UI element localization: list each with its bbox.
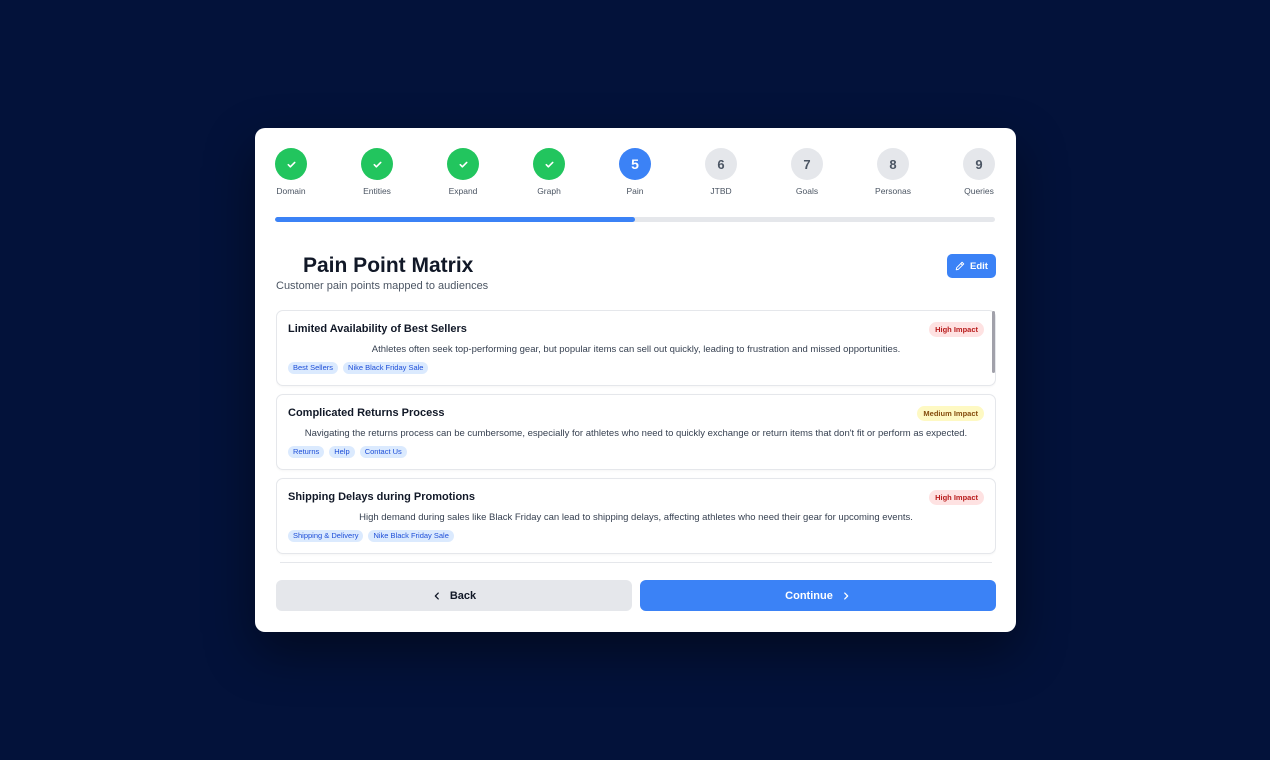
step-indicator (361, 148, 393, 180)
back-button[interactable]: Back (276, 580, 632, 611)
step-indicator: 9 (963, 148, 995, 180)
audience-tag: Returns (288, 446, 325, 458)
progress-bar-fill (275, 217, 635, 222)
continue-button[interactable]: Continue (640, 580, 996, 611)
pain-point-title: Limited Availability of Best Sellers (288, 323, 467, 335)
step-domain: Domain (259, 148, 323, 196)
audience-tag: Nike Black Friday Sale (368, 530, 454, 542)
step-label: Domain (276, 186, 306, 196)
audience-tag: Shipping & Delivery (288, 530, 364, 542)
step-indicator (447, 148, 479, 180)
step-label: Pain (626, 186, 644, 196)
step-number: 6 (717, 156, 725, 172)
continue-button-label: Continue (785, 589, 833, 602)
pain-point-title: Shipping Delays during Promotions (288, 491, 476, 503)
chevron-left-icon (432, 591, 442, 601)
impact-badge: High Impact (929, 322, 984, 337)
impact-badge: High Impact (929, 490, 984, 505)
pain-point-card[interactable]: Shipping Delays during Promotions High Im… (276, 478, 996, 554)
edit-button-label: Edit (970, 260, 988, 272)
step-pain: 5 Pain (603, 148, 667, 196)
step-label: Entities (363, 186, 391, 196)
step-label: Graph (537, 186, 561, 196)
pain-point-list[interactable]: Limited Availability of Best Sellers High… (276, 310, 996, 562)
step-entities: Entities (345, 148, 409, 196)
audience-tag: Help (329, 446, 355, 458)
wizard-stepper: Domain Entities Expand Graph 5 Pain 6 JTBD 7 Goal… (275, 148, 995, 198)
step-graph: Graph (517, 148, 581, 196)
step-indicator: 8 (877, 148, 909, 180)
pain-point-description: Athletes often seek top-performing gear,… (371, 344, 901, 355)
step-jtbd: 6 JTBD (689, 148, 753, 196)
step-indicator: 6 (705, 148, 737, 180)
step-number: 9 (975, 156, 983, 172)
step-expand: Expand (431, 148, 495, 196)
page-title: Pain Point Matrix (303, 254, 474, 277)
audience-tag: Best Sellers (288, 362, 339, 374)
check-icon (458, 159, 469, 170)
step-number: 5 (631, 156, 639, 172)
step-indicator: 5 (619, 148, 651, 180)
pain-point-description: Navigating the returns process can be cu… (304, 428, 968, 439)
step-label: Personas (875, 186, 911, 196)
tag-list: Returns Help Contact Us (288, 446, 407, 458)
impact-badge: Medium Impact (917, 406, 984, 421)
check-icon (544, 159, 555, 170)
step-personas: 8 Personas (861, 148, 925, 196)
pain-point-card[interactable]: Complicated Returns Process Medium Impact… (276, 394, 996, 470)
step-label: JTBD (710, 186, 732, 196)
step-label: Queries (964, 186, 994, 196)
pain-point-description: High demand during sales like Black Frid… (359, 512, 913, 523)
tag-list: Shipping & Delivery Nike Black Friday Sal… (288, 530, 454, 542)
list-scrollbar[interactable] (992, 311, 995, 373)
tag-list: Best Sellers Nike Black Friday Sale (288, 362, 429, 374)
pain-point-title: Complicated Returns Process (288, 407, 445, 419)
check-icon (286, 159, 297, 170)
step-label: Goals (795, 186, 819, 196)
step-indicator: 7 (791, 148, 823, 180)
audience-tag: Contact Us (359, 446, 407, 458)
footer-divider (280, 562, 992, 563)
step-indicator (275, 148, 307, 180)
chevron-right-icon (841, 591, 851, 601)
back-button-label: Back (449, 589, 477, 602)
step-number: 7 (803, 156, 811, 172)
step-number: 8 (889, 156, 897, 172)
step-label: Expand (448, 186, 478, 196)
step-goals: 7 Goals (775, 148, 839, 196)
progress-bar (275, 217, 995, 222)
edit-button[interactable]: Edit (947, 254, 996, 278)
step-queries: 9 Queries (947, 148, 1011, 196)
pencil-icon (955, 261, 965, 271)
step-indicator (533, 148, 565, 180)
check-icon (372, 159, 383, 170)
wizard-modal: Domain Entities Expand Graph 5 Pain 6 JTBD 7 Goal… (255, 128, 1016, 632)
pain-point-card[interactable]: Limited Availability of Best Sellers High… (276, 310, 996, 386)
page-subtitle: Customer pain points mapped to audiences (276, 280, 489, 292)
audience-tag: Nike Black Friday Sale (343, 362, 429, 374)
